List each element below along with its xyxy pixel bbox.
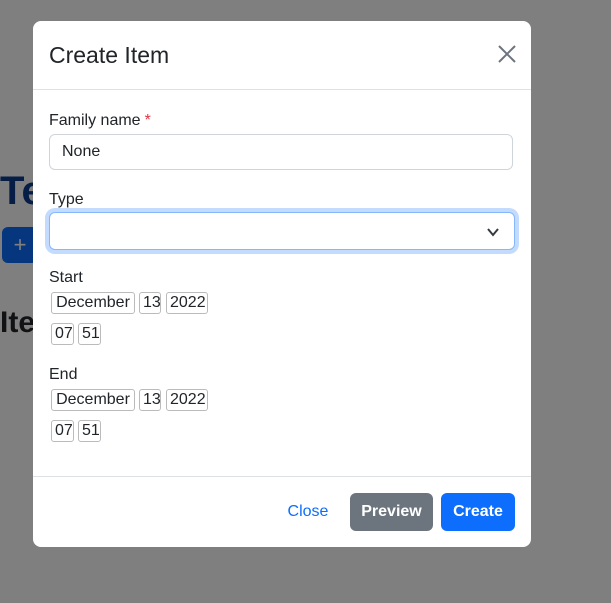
- end-hour-select[interactable]: 07: [51, 420, 74, 442]
- modal-title: Create Item: [49, 42, 170, 68]
- end-year-select[interactable]: 2022: [166, 389, 208, 411]
- end-day-select[interactable]: 13: [139, 389, 161, 411]
- start-day-select[interactable]: 13: [139, 292, 161, 314]
- end-label: End: [49, 366, 78, 383]
- start-label: Start: [49, 269, 83, 286]
- type-select[interactable]: [49, 212, 515, 250]
- create-item-modal: Create Item Family name* Type Start Dece…: [33, 21, 531, 547]
- chevron-down-icon: [487, 228, 499, 237]
- start-minute-select[interactable]: 51: [78, 323, 101, 345]
- modal-footer: Close Preview Create: [33, 476, 531, 547]
- family-name-input[interactable]: [49, 134, 513, 170]
- create-button[interactable]: Create: [441, 493, 515, 531]
- end-minute-select[interactable]: 51: [78, 420, 101, 442]
- end-month-select[interactable]: December: [51, 389, 135, 411]
- start-month-select[interactable]: December: [51, 292, 135, 314]
- close-button[interactable]: Close: [279, 493, 337, 531]
- preview-button[interactable]: Preview: [350, 493, 433, 531]
- type-label: Type: [49, 191, 84, 208]
- required-marker: *: [144, 112, 151, 129]
- close-icon[interactable]: [497, 44, 517, 64]
- start-year-select[interactable]: 2022: [166, 292, 208, 314]
- start-hour-select[interactable]: 07: [51, 323, 74, 345]
- modal-header: Create Item: [33, 21, 531, 90]
- family-name-label: Family name *: [49, 112, 151, 129]
